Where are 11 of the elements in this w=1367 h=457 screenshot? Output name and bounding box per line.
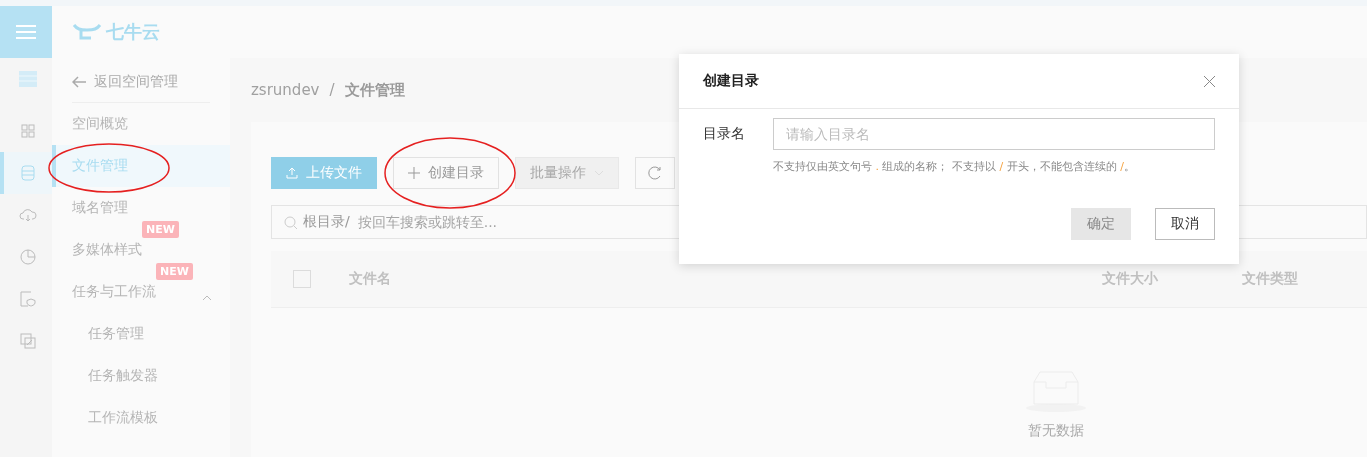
empty-state-text: 暂无数据: [1028, 422, 1084, 440]
hint-text: 不支持仅由英文句号 . 组成的名称； 不支持以 / 开头，不能包含连续的 /。: [773, 159, 1136, 174]
new-badge: NEW: [156, 263, 193, 280]
new-badge: NEW: [142, 221, 179, 238]
logo-text: 七牛云: [106, 20, 160, 44]
field-label: 目录名: [703, 125, 746, 143]
path-prefix: 根目录/: [303, 213, 350, 231]
breadcrumb-separator: /: [329, 81, 335, 99]
dialog-title: 创建目录: [703, 72, 759, 90]
back-link-label: 返回空间管理: [94, 73, 178, 91]
breadcrumb-current: 文件管理: [344, 80, 405, 100]
